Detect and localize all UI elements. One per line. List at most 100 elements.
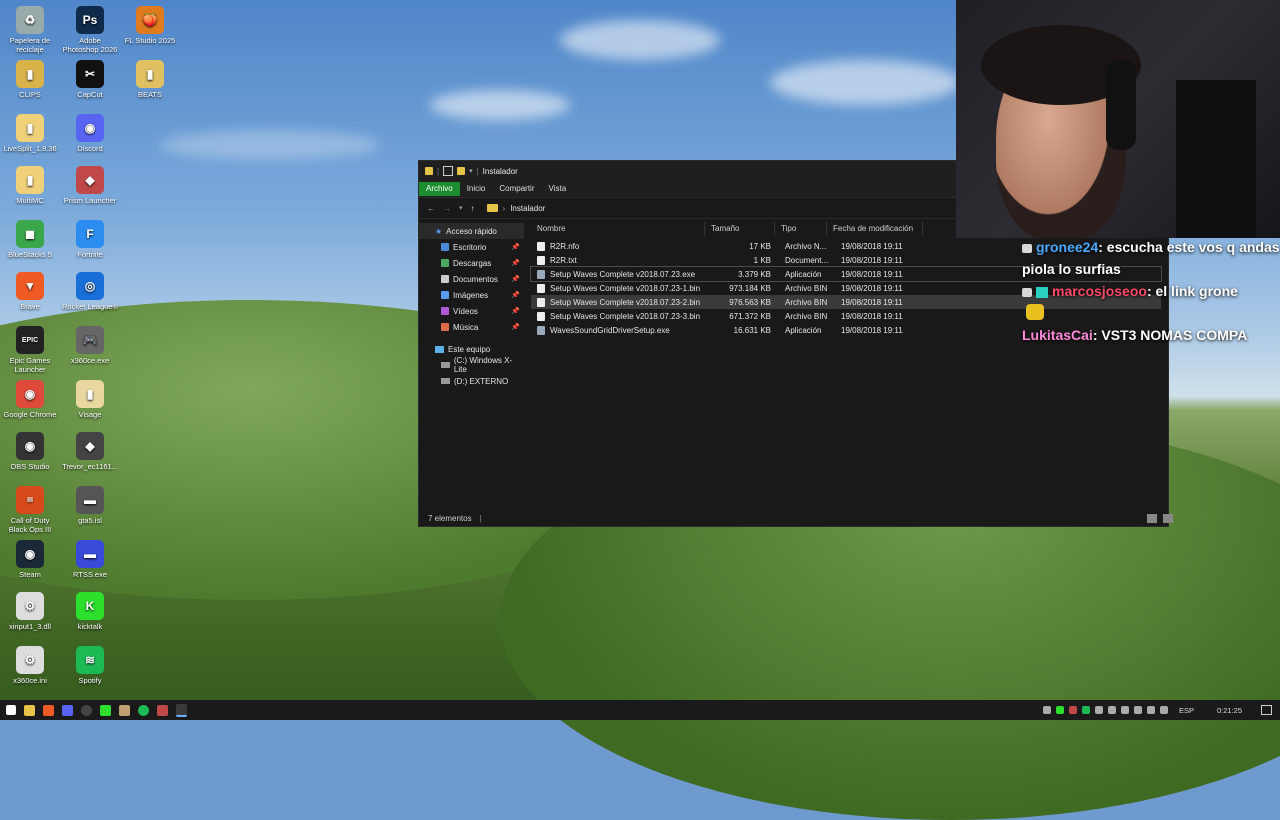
nav-quick-access[interactable]: ★ Acceso rápido <box>419 223 524 239</box>
desktop-icon[interactable]: ▮ LiveSplit_1.8.36 <box>1 114 59 153</box>
app-icon: ◉ <box>76 114 104 142</box>
desktop-icon[interactable]: ◉ Google Chrome <box>1 380 59 419</box>
desktop-icon[interactable]: EPIC Epic Games Launcher <box>1 326 59 374</box>
nav-item-imágenes[interactable]: Imágenes 📌 <box>419 287 524 303</box>
desktop-icon[interactable]: 🍑 FL Studio 2025 <box>121 6 179 45</box>
pin-icon[interactable]: 📌 <box>511 243 520 251</box>
navigation-pane: ★ Acceso rápido Escritorio 📌 Descargas 📌 Doc… <box>419 223 524 506</box>
tab-compartir[interactable]: Compartir <box>492 182 541 196</box>
desktop-icon[interactable]: ▮ MultiMC <box>1 166 59 205</box>
desktop-icon-label: Steam <box>19 570 41 579</box>
forward-arrow-icon[interactable]: → <box>443 204 451 213</box>
desktop-icon[interactable]: ◼ BlueStacks 5 <box>1 220 59 259</box>
folder-icon <box>441 291 449 299</box>
obs-taskbar-icon[interactable] <box>81 704 92 716</box>
spotify-taskbar-icon[interactable] <box>138 704 149 716</box>
nav-item-música[interactable]: Música 📌 <box>419 319 524 335</box>
desktop-icon[interactable]: III Call of Duty Black Ops III <box>1 486 59 534</box>
language-indicator[interactable]: ESP <box>1179 706 1194 715</box>
tray-icon[interactable] <box>1094 706 1103 714</box>
file-name: Setup Waves Complete v2018.07.23.exe <box>550 269 696 279</box>
desktop-icon[interactable]: ◉ OBS Studio <box>1 432 59 471</box>
app-icon: ▮ <box>136 60 164 88</box>
desktop-icon[interactable]: Kkicktalk <box>61 592 119 631</box>
large-icons-view-icon[interactable] <box>1163 514 1173 523</box>
kicktalk-taskbar-icon[interactable] <box>100 704 111 716</box>
nav-drive-c[interactable]: (C:) Windows X-Lite <box>419 356 524 374</box>
desktop-icon[interactable]: ≋ Spotify <box>61 646 119 685</box>
pin-icon[interactable]: 📌 <box>511 259 520 267</box>
pin-icon[interactable]: 📌 <box>511 275 520 283</box>
pin-icon[interactable]: 📌 <box>511 323 520 331</box>
up-arrow-icon[interactable]: ↑ <box>471 204 475 213</box>
desktop-icon[interactable]: 🎮 x360ce.exe <box>61 326 119 365</box>
nav-item-escritorio[interactable]: Escritorio 📌 <box>419 239 524 255</box>
chat-user: LukitasCai <box>1022 327 1093 343</box>
discord-taskbar-icon[interactable] <box>62 704 73 716</box>
desktop-icon[interactable]: ▼ Brave <box>1 272 59 311</box>
tray-icon[interactable] <box>1055 706 1064 714</box>
desktop-icon-label: OBS Studio <box>10 462 50 471</box>
desktop-icon[interactable]: ◉ Steam <box>1 540 59 579</box>
desktop-icon[interactable]: ◎ Rocket League® <box>61 272 119 311</box>
desktop-icon[interactable]: ⚙ x360ce.ini <box>1 646 59 685</box>
clock[interactable]: 0:21:25 <box>1217 706 1242 715</box>
desktop-icon-label: Spotify <box>78 676 102 685</box>
network-icon[interactable] <box>1146 706 1155 714</box>
tab-inicio[interactable]: Inicio <box>460 182 493 196</box>
app-taskbar-icon[interactable] <box>157 704 168 716</box>
desktop-icon[interactable]: ▬ gta5.isl <box>61 486 119 525</box>
pin-icon[interactable]: 📌 <box>511 291 520 299</box>
tray-icon[interactable] <box>1120 706 1129 714</box>
nav-this-pc[interactable]: Este equipo <box>419 341 524 357</box>
tray-icon[interactable] <box>1107 706 1116 714</box>
column-modified[interactable]: Fecha de modificación <box>827 222 923 236</box>
column-size[interactable]: Tamaño <box>705 222 775 236</box>
desktop-icon[interactable]: ◉ Discord <box>61 114 119 153</box>
new-folder-icon[interactable] <box>457 167 466 175</box>
desktop-icon[interactable]: F Fortnite <box>61 220 119 259</box>
file-explorer-taskbar-icon[interactable] <box>24 704 35 716</box>
tray-icon[interactable] <box>1042 706 1051 714</box>
desktop-icon-label: Discord <box>77 144 103 153</box>
tray-icon[interactable] <box>1081 706 1090 714</box>
desktop-icon[interactable]: ▮ Visage <box>61 380 119 419</box>
nav-drive-d[interactable]: (D:) EXTERNO <box>419 373 524 389</box>
column-name[interactable]: Nombre <box>531 222 705 236</box>
desktop-icon[interactable]: ◆ Prism Launcher <box>61 166 119 205</box>
desktop-icon[interactable]: ⚙ xinput1_3.dll <box>1 592 59 631</box>
tray-icon[interactable] <box>1068 706 1077 714</box>
recent-chevron-icon[interactable]: ▾ <box>459 204 463 212</box>
desktop-icon[interactable]: ◆ Trevor_ec1161... <box>61 432 119 471</box>
nav-item-descargas[interactable]: Descargas 📌 <box>419 255 524 271</box>
desktop-icon[interactable]: ▬ RTSS.exe <box>61 540 119 579</box>
brave-taskbar-icon[interactable] <box>43 704 54 716</box>
active-window-taskbar-icon[interactable] <box>176 703 187 717</box>
tab-archivo[interactable]: Archivo <box>419 182 460 196</box>
back-arrow-icon[interactable]: ← <box>427 204 435 213</box>
desktop-icon[interactable]: ▮ CLIPS <box>1 60 59 99</box>
app-icon: ▮ <box>16 60 44 88</box>
tray-icon[interactable] <box>1133 706 1142 714</box>
checkbox-icon[interactable] <box>443 166 454 176</box>
desktop-icon[interactable]: ♻ Papelera de reciclaje <box>1 6 59 54</box>
column-type[interactable]: Tipo <box>775 222 827 236</box>
chevron-down-icon[interactable]: ▾ <box>469 167 473 175</box>
details-view-icon[interactable] <box>1147 514 1157 523</box>
desktop-icon[interactable]: ▮ BEATS <box>121 60 179 99</box>
desktop-icon-label: Brave <box>20 302 40 311</box>
desktop-icon[interactable]: Ps Adobe Photoshop 2026 <box>61 6 119 54</box>
start-button-icon[interactable] <box>6 705 16 715</box>
volume-icon[interactable] <box>1159 706 1168 714</box>
desktop-icon[interactable]: ✂ CapCut <box>61 60 119 99</box>
app-taskbar-icon[interactable] <box>119 704 130 716</box>
pin-icon[interactable]: 📌 <box>511 307 520 315</box>
nav-item-documentos[interactable]: Documentos 📌 <box>419 271 524 287</box>
app-icon: ◉ <box>16 380 44 408</box>
breadcrumb[interactable]: Instalador <box>510 204 545 213</box>
star-icon: ★ <box>435 226 443 236</box>
tab-vista[interactable]: Vista <box>542 182 574 196</box>
nav-item-vídeos[interactable]: Vídeos 📌 <box>419 303 524 319</box>
notifications-icon[interactable] <box>1261 705 1272 715</box>
app-icon: ◼ <box>16 220 44 248</box>
